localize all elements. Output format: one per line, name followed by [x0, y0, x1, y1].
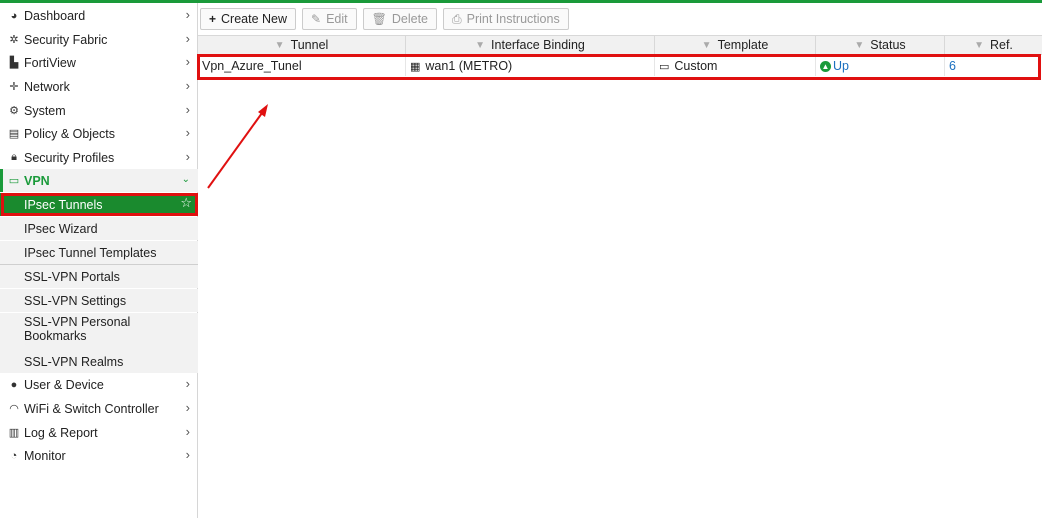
sidebar-item-log-report[interactable]: ▥ Log & Report › — [0, 421, 198, 444]
user-icon: ● — [10, 378, 18, 391]
filter-icon[interactable]: ▼ — [854, 40, 864, 51]
sidebar-item-label: Log & Report — [24, 425, 98, 440]
sidebar-item-fortiview[interactable]: ▙ FortiView › — [0, 51, 198, 74]
column-header-status[interactable]: ▼ Status — [816, 36, 945, 54]
chevron-right-icon: › — [185, 78, 190, 93]
sidebar-item-label: Dashboard — [24, 8, 86, 23]
gear-icon: ⚙ — [9, 105, 19, 117]
filter-icon[interactable]: ▼ — [702, 40, 712, 51]
trash-icon: 🗑︎ — [371, 12, 387, 26]
sidebar-item-ssl-vpn-bookmarks[interactable]: SSL-VPN Personal Bookmarks — [0, 313, 198, 351]
sidebar-item-security-profiles[interactable]: 🔒︎ Security Profiles › — [0, 146, 198, 169]
sidebar-item-system[interactable]: ⚙ System › — [0, 99, 198, 122]
sidebar-item-dashboard[interactable]: ◕ Dashboard › — [0, 4, 198, 27]
column-header-label: Interface Binding — [491, 38, 585, 52]
sidebar-item-label: Network — [24, 79, 70, 94]
plus-icon: + — [209, 12, 217, 26]
sidebar-item-ipsec-tunnel-templates[interactable]: IPsec Tunnel Templates — [0, 241, 198, 264]
laptop-icon: ▭ — [8, 175, 20, 187]
dashboard-icon: ◕ — [10, 9, 18, 22]
sidebar-item-label: IPsec Tunnel Templates — [24, 245, 157, 260]
highlight-box-row — [197, 54, 1041, 80]
sidebar-item-label: SSL-VPN Settings — [24, 293, 127, 308]
chevron-right-icon: › — [185, 102, 190, 117]
print-instructions-button[interactable]: ⎙ Print Instructions — [443, 8, 569, 30]
sidebar-item-label: System — [24, 103, 66, 118]
sidebar-item-vpn[interactable]: ▭ VPN ⌄ — [0, 169, 198, 192]
chevron-right-icon: › — [185, 424, 190, 439]
sidebar-item-ssl-vpn-portals[interactable]: SSL-VPN Portals — [0, 265, 198, 288]
column-header-label: Tunnel — [290, 38, 329, 52]
filter-icon[interactable]: ▼ — [475, 40, 485, 51]
column-header-label: Template — [717, 38, 769, 52]
sidebar-item-ssl-vpn-realms[interactable]: SSL-VPN Realms — [0, 350, 198, 373]
sidebar-item-label: SSL-VPN Portals — [24, 269, 120, 284]
create-new-label: Create New — [221, 12, 288, 26]
bar-chart-icon: ▥ — [8, 427, 20, 439]
sidebar-item-policy-objects[interactable]: ▤ Policy & Objects › — [0, 122, 198, 145]
filter-icon[interactable]: ▼ — [275, 40, 285, 51]
edit-label: Edit — [326, 12, 348, 26]
column-header-template[interactable]: ▼ Template — [655, 36, 816, 54]
sidebar-item-label: IPsec Wizard — [24, 221, 98, 236]
toolbar: + Create New ✎ Edit 🗑︎ Delete ⎙ Print In… — [200, 8, 569, 30]
highlight-box-sidebar — [1, 193, 198, 216]
pencil-icon: ✎ — [311, 12, 322, 26]
sidebar-item-ssl-vpn-settings[interactable]: SSL-VPN Settings — [0, 289, 198, 312]
sidebar: ◕ Dashboard › ✲ Security Fabric › ▙ Fort… — [0, 3, 198, 518]
lock-icon: 🔒︎ — [11, 151, 17, 163]
fabric-icon: ✲ — [9, 34, 19, 46]
table-header: ▼ Tunnel ▼ Interface Binding ▼ Template … — [198, 35, 1042, 55]
sidebar-item-label: Monitor — [24, 448, 66, 463]
column-header-interface[interactable]: ▼ Interface Binding — [406, 36, 655, 54]
chart-icon: ▙ — [9, 57, 19, 69]
sidebar-item-ipsec-wizard[interactable]: IPsec Wizard — [0, 217, 198, 240]
sidebar-item-label: SSL-VPN Realms — [24, 354, 124, 369]
chevron-right-icon: › — [185, 376, 190, 391]
column-header-label: Status — [870, 38, 906, 52]
column-header-label: Ref. — [989, 38, 1013, 52]
create-new-button[interactable]: + Create New — [200, 8, 297, 30]
sidebar-item-monitor[interactable]: ◔ Monitor › — [0, 444, 198, 467]
wifi-icon: ◠ — [9, 403, 19, 415]
sidebar-item-label: Policy & Objects — [24, 126, 116, 141]
chevron-right-icon: › — [185, 149, 190, 164]
policy-icon: ▤ — [8, 128, 20, 140]
delete-button[interactable]: 🗑︎ Delete — [362, 8, 437, 30]
sidebar-item-label: WiFi & Switch Controller — [24, 401, 159, 416]
column-header-tunnel[interactable]: ▼ Tunnel — [198, 36, 406, 54]
printer-icon: ⎙ — [452, 11, 462, 26]
sidebar-item-network[interactable]: ✛ Network › — [0, 75, 198, 98]
print-instructions-label: Print Instructions — [466, 12, 560, 26]
network-icon: ✛ — [9, 81, 19, 93]
sidebar-item-wifi-switch[interactable]: ◠ WiFi & Switch Controller › — [0, 397, 198, 420]
sidebar-item-user-device[interactable]: ● User & Device › — [0, 373, 198, 396]
chevron-right-icon: › — [185, 7, 190, 22]
chevron-right-icon: › — [185, 447, 190, 462]
column-header-ref[interactable]: ▼ Ref. — [945, 36, 1042, 54]
sidebar-item-label: FortiView — [24, 55, 76, 70]
sidebar-item-label: User & Device — [24, 377, 104, 392]
pie-chart-icon: ◔ — [10, 449, 18, 462]
chevron-down-icon: ⌄ — [181, 174, 190, 185]
chevron-right-icon: › — [185, 125, 190, 140]
sidebar-item-label: SSL-VPN Personal Bookmarks — [24, 315, 131, 343]
chevron-right-icon: › — [185, 400, 190, 415]
delete-label: Delete — [391, 12, 428, 26]
filter-icon[interactable]: ▼ — [974, 40, 984, 51]
sidebar-item-security-fabric[interactable]: ✲ Security Fabric › — [0, 28, 198, 51]
sidebar-item-label: Security Fabric — [24, 32, 108, 47]
sidebar-item-label: VPN — [24, 173, 50, 188]
chevron-right-icon: › — [185, 31, 190, 46]
sidebar-item-label: Security Profiles — [24, 150, 115, 165]
edit-button[interactable]: ✎ Edit — [302, 8, 357, 30]
chevron-right-icon: › — [185, 54, 190, 69]
annotation-arrow — [207, 104, 268, 189]
